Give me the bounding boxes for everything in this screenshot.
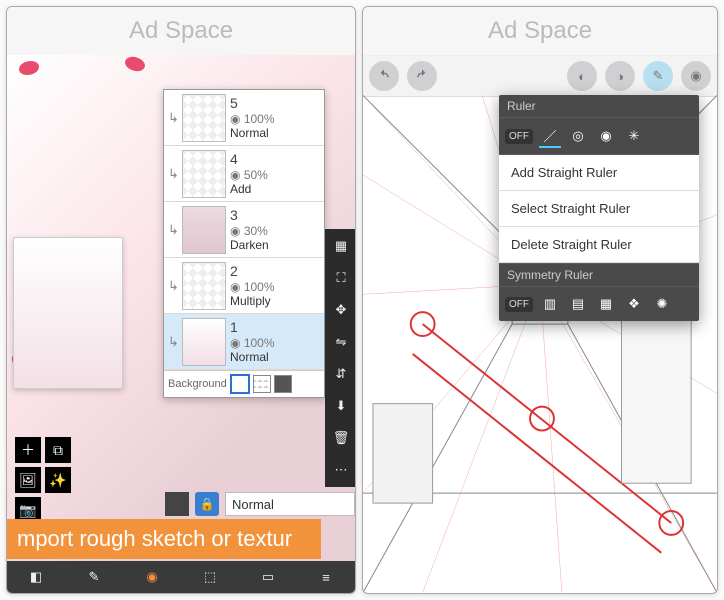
bottom-toolbar: ◧ ✎ ◉ ⬚ ▭ ≡: [7, 561, 355, 593]
layer-thumbnail: [182, 262, 226, 310]
radial-ruler-icon[interactable]: ✳: [623, 125, 645, 147]
layer-row[interactable]: ↳ 2 ◉ 100% Multiply: [164, 258, 324, 314]
blend-mode-dropdown[interactable]: Normal: [225, 492, 355, 516]
circle-ruler-icon[interactable]: ◎: [567, 125, 589, 147]
layer-row[interactable]: ↳ 4 ◉ 50% Add: [164, 146, 324, 202]
ruler-tool-button[interactable]: ✎: [643, 61, 673, 91]
import-buttons: ＋ ⧉ 🖼 ✨ 📷: [15, 437, 75, 523]
delete-icon[interactable]: 🗑: [330, 427, 352, 449]
tool-button-4[interactable]: ◉: [681, 61, 711, 91]
ad-space-bar: Ad Space: [363, 7, 717, 56]
ad-space-bar: Ad Space: [7, 7, 355, 56]
canvas-preview-thumbnail[interactable]: [13, 237, 123, 389]
redo-button[interactable]: [407, 61, 437, 91]
duplicate-button[interactable]: ⧉: [45, 437, 71, 463]
add-straight-ruler-item[interactable]: Add Straight Ruler: [499, 155, 699, 191]
sym-quad-icon[interactable]: ▦: [595, 293, 617, 315]
ruler-tools-row: OFF ／ ◎ ◉ ✳: [499, 118, 699, 155]
ruler-off-toggle[interactable]: OFF: [505, 129, 533, 144]
bg-swatch-white[interactable]: [230, 374, 250, 394]
top-toolbar: ◐ ◑ ✎ ◉: [363, 56, 717, 97]
sym-horizontal-icon[interactable]: ▤: [567, 293, 589, 315]
layer-thumbnail: [182, 94, 226, 142]
layer-options-row: 🔒 Normal: [165, 491, 355, 517]
import-image-button[interactable]: 🖼: [15, 467, 41, 493]
layer-actions-strip: ▦ ⛶ ✥ ⇋ ⇵ ⬇ 🗑 ⋯: [325, 229, 356, 487]
ellipse-ruler-icon[interactable]: ◉: [595, 125, 617, 147]
add-layer-button[interactable]: ＋: [15, 437, 41, 463]
sym-kaleido-icon[interactable]: ❖: [623, 293, 645, 315]
checker-icon[interactable]: ▦: [330, 235, 352, 257]
fill-icon[interactable]: ⬚: [198, 565, 222, 589]
clip-icon[interactable]: [165, 492, 189, 516]
symmetry-tools-row: OFF ▥ ▤ ▦ ❖ ✺: [499, 287, 699, 321]
layer-thumbnail: [182, 206, 226, 254]
sym-vertical-icon[interactable]: ▥: [539, 293, 561, 315]
layers-panel: ↳ 5 ◉ 100% Normal ↳ 4 ◉ 50% Add ↳: [163, 89, 325, 398]
layer-thumbnail: [182, 318, 226, 366]
ruler-header: Ruler: [499, 95, 699, 118]
undo-button[interactable]: [369, 61, 399, 91]
settings-icon[interactable]: ⛶: [330, 267, 352, 289]
straight-ruler-icon[interactable]: ／: [539, 124, 561, 148]
move-icon[interactable]: ✥: [330, 299, 352, 321]
background-row[interactable]: Background: [164, 370, 324, 397]
eraser-icon[interactable]: ◧: [24, 565, 48, 589]
hint-banner: mport rough sketch or textur: [7, 519, 321, 559]
flip-v-icon[interactable]: ⇵: [330, 363, 352, 385]
symmetry-header: Symmetry Ruler: [499, 263, 699, 287]
lock-alpha-button[interactable]: 🔒: [195, 492, 219, 516]
merge-down-icon[interactable]: ⬇: [330, 395, 352, 417]
color-wheel-icon[interactable]: ◉: [140, 565, 164, 589]
flip-h-icon[interactable]: ⇋: [330, 331, 352, 353]
tool-button-2[interactable]: ◑: [605, 61, 635, 91]
select-straight-ruler-item[interactable]: Select Straight Ruler: [499, 191, 699, 227]
layer-row[interactable]: ↳ 3 ◉ 30% Darken: [164, 202, 324, 258]
more-icon[interactable]: ⋯: [330, 459, 352, 481]
layer-thumbnail: [182, 150, 226, 198]
layers-icon[interactable]: ≡: [314, 565, 338, 589]
selection-icon[interactable]: ▭: [256, 565, 280, 589]
bg-swatch-custom[interactable]: [274, 375, 292, 393]
right-screenshot: Ad Space ◐ ◑ ✎ ◉: [362, 6, 718, 594]
effects-button[interactable]: ✨: [45, 467, 71, 493]
layer-row[interactable]: ↳ 5 ◉ 100% Normal: [164, 90, 324, 146]
bg-swatch-transparent[interactable]: [253, 375, 271, 393]
left-screenshot: Ad Space ↳ 5 ◉ 100% Normal ↳: [6, 6, 356, 594]
brush-icon[interactable]: ✎: [82, 565, 106, 589]
symmetry-off-toggle[interactable]: OFF: [505, 297, 533, 312]
ruler-popup: Ruler OFF ／ ◎ ◉ ✳ Add Straight Ruler Sel…: [499, 95, 699, 321]
tool-button-1[interactable]: ◐: [567, 61, 597, 91]
delete-straight-ruler-item[interactable]: Delete Straight Ruler: [499, 227, 699, 263]
layer-row[interactable]: ↳ 1 ◉ 100% Normal: [164, 314, 324, 370]
sym-radial-icon[interactable]: ✺: [651, 293, 673, 315]
